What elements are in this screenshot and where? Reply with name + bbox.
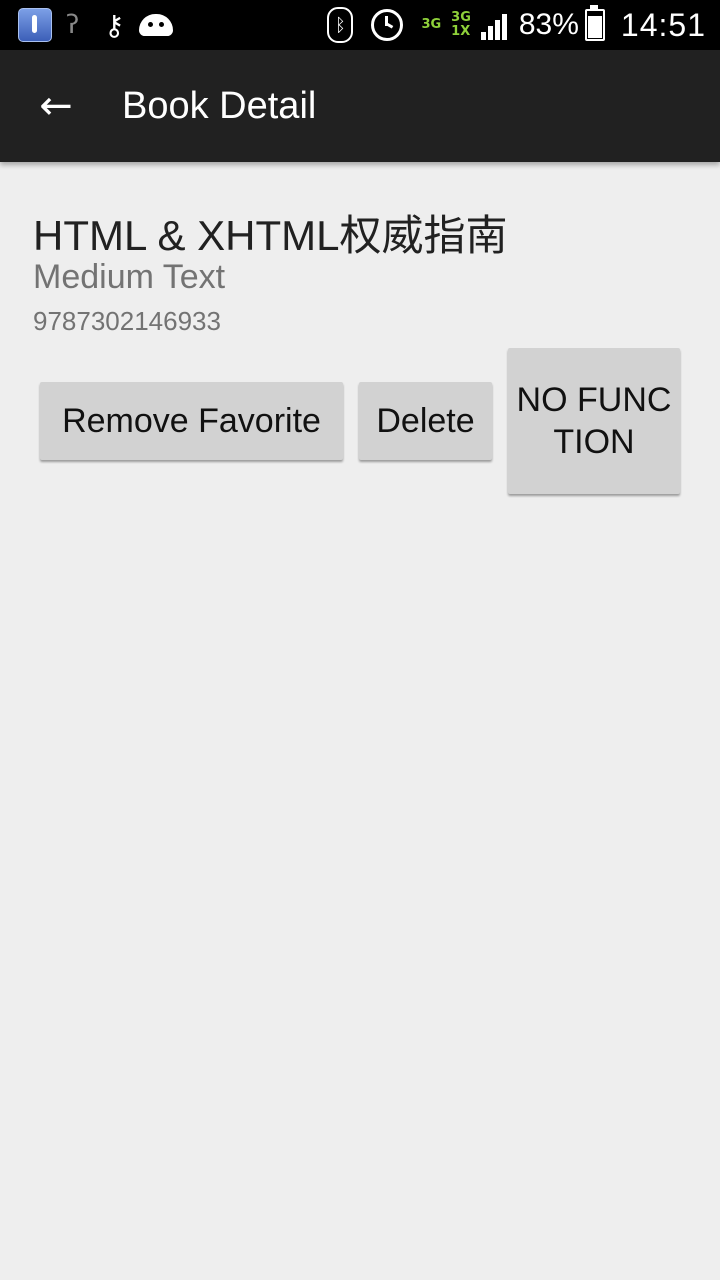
notification-icons: ʔ ⚷ — [18, 8, 187, 42]
book-isbn: 9787302146933 — [33, 306, 221, 336]
book-subtitle: Medium Text — [33, 258, 226, 296]
app-bar: ← Book Detail — [0, 50, 720, 162]
android-debug-icon — [138, 14, 173, 36]
status-bar: ʔ ⚷ ᛒ 3G 3G 1X 83% 14:51 — [0, 0, 720, 50]
clock: 14:51 — [620, 6, 706, 43]
bluetooth-icon: ᛒ — [327, 7, 354, 43]
hearing-icon: ʔ — [66, 10, 80, 40]
network-type-secondary: 3G 1X — [451, 10, 471, 39]
battery-charging-icon — [584, 5, 605, 41]
thermometer-app-icon — [18, 8, 52, 42]
battery-percent: 83% — [518, 8, 579, 41]
no-function-button[interactable]: NO FUNCTION — [508, 348, 680, 494]
page-title: Book Detail — [122, 85, 317, 127]
network-type-primary: 3G — [421, 17, 442, 32]
system-icons: ᛒ 3G 3G 1X 83% 14:51 — [327, 0, 706, 50]
signal-icon — [480, 10, 509, 40]
key-icon: ⚷ — [104, 8, 125, 42]
arrow-back-icon[interactable]: ← — [32, 84, 80, 130]
delete-button[interactable]: Delete — [359, 382, 492, 460]
alarm-icon — [371, 9, 404, 41]
remove-favorite-button[interactable]: Remove Favorite — [40, 382, 343, 460]
book-title: HTML & XHTML权威指南 — [33, 212, 508, 259]
